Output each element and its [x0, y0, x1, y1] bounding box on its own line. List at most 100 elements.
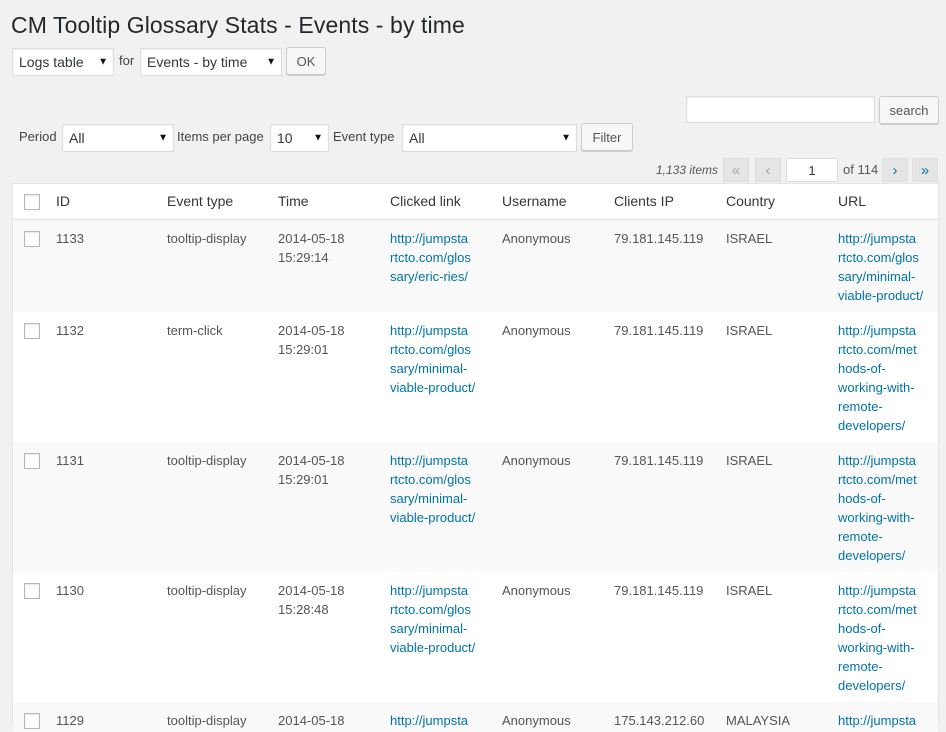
row-url-line[interactable]: hods-of-: [838, 619, 917, 638]
row-clients-ip: 79.181.145.119: [614, 323, 704, 338]
row-clicked-link[interactable]: http://jumpsta rtcto.com/glos sary/minimal…: [390, 321, 475, 397]
row-clicked-link-line[interactable]: http://jumpsta: [390, 321, 475, 340]
row-url-line[interactable]: rtcto.com/met: [838, 470, 917, 489]
row-clients-ip: 79.181.145.119: [614, 231, 704, 246]
row-url[interactable]: http://jumpsta rtcto.com/met hods-of-worki…: [838, 581, 917, 695]
row-id: 1129: [56, 713, 84, 728]
row-time-date: 2014-05-18: [278, 583, 345, 598]
row-url-line[interactable]: http://jumpsta: [838, 321, 917, 340]
row-event-type: tooltip-display: [167, 231, 247, 246]
column-header-event-type[interactable]: Event type: [167, 193, 233, 209]
row-url-line[interactable]: working-with-: [838, 508, 917, 527]
row-clicked-link-line[interactable]: sary/minimal-: [390, 489, 475, 508]
row-url-line[interactable]: http://jumpsta: [838, 711, 916, 730]
period-select[interactable]: All ▼: [62, 124, 174, 152]
row-url-line[interactable]: remote-: [838, 657, 917, 676]
row-url-line[interactable]: http://jumpsta: [838, 229, 923, 248]
chevron-down-icon: ▼: [266, 56, 276, 68]
row-clicked-link-line[interactable]: http://jumpsta: [390, 229, 471, 248]
column-header-url[interactable]: URL: [838, 193, 866, 209]
row-url-line[interactable]: http://jumpsta: [838, 581, 917, 600]
items-per-page-select[interactable]: 10 ▼: [270, 124, 329, 152]
page-title: CM Tooltip Glossary Stats - Events - by …: [11, 12, 465, 38]
last-page-button[interactable]: »: [912, 158, 938, 182]
items-count: 1,133 items: [656, 163, 719, 177]
row-url-line[interactable]: hods-of-: [838, 489, 917, 508]
row-time-date: 2014-05-18: [278, 713, 345, 728]
report-select[interactable]: Events - by time ▼: [140, 48, 282, 76]
row-clicked-link[interactable]: http://jumpsta rtcto.com/glos sary/minimal…: [390, 451, 475, 527]
row-url-line[interactable]: working-with-: [838, 638, 917, 657]
row-url[interactable]: http://jumpsta rtcto.com/met hods-of-worki…: [838, 451, 917, 565]
search-button[interactable]: search: [879, 96, 939, 124]
next-page-button[interactable]: ›: [882, 158, 908, 182]
column-header-time[interactable]: Time: [278, 193, 309, 209]
items-per-page-label: Items per page: [177, 129, 264, 144]
ok-button[interactable]: OK: [286, 47, 326, 75]
row-clicked-link-line[interactable]: http://jumpsta: [390, 711, 468, 730]
row-time-clock: 15:29:01: [278, 472, 329, 487]
row-time: 2014-05-18 15:29:01: [278, 451, 345, 489]
row-clicked-link[interactable]: http://jumpsta rtcto.com/glos sary/minimal…: [390, 581, 475, 657]
row-url[interactable]: http://jumpsta: [838, 711, 916, 730]
row-url[interactable]: http://jumpsta rtcto.com/glos sary/minimal…: [838, 229, 923, 305]
period-label: Period: [19, 129, 57, 144]
row-url-line[interactable]: viable-product/: [838, 286, 923, 305]
row-clicked-link-line[interactable]: rtcto.com/glos: [390, 248, 471, 267]
row-clicked-link[interactable]: http://jumpsta: [390, 711, 468, 730]
row-clicked-link-line[interactable]: viable-product/: [390, 638, 475, 657]
row-username: Anonymous: [502, 323, 571, 338]
row-clicked-link-line[interactable]: sary/minimal-: [390, 359, 475, 378]
row-url-line[interactable]: developers/: [838, 416, 917, 435]
row-clicked-link-line[interactable]: viable-product/: [390, 508, 475, 527]
row-username: Anonymous: [502, 583, 571, 598]
row-url-line[interactable]: rtcto.com/met: [838, 600, 917, 619]
row-clicked-link-line[interactable]: viable-product/: [390, 378, 475, 397]
column-header-id[interactable]: ID: [56, 193, 70, 209]
column-header-username[interactable]: Username: [502, 193, 567, 209]
column-header-clients-ip[interactable]: Clients IP: [614, 193, 674, 209]
row-clicked-link[interactable]: http://jumpsta rtcto.com/glos sary/eric-ri…: [390, 229, 471, 286]
chevron-down-icon: ▼: [158, 132, 168, 144]
row-clicked-link-line[interactable]: rtcto.com/glos: [390, 340, 475, 359]
row-time: 2014-05-18 15:29:01: [278, 321, 345, 359]
table-row: 1132 term-click 2014-05-18 15:29:01 http://j…: [13, 312, 938, 442]
column-header-clicked-link[interactable]: Clicked link: [390, 193, 461, 209]
row-url-line[interactable]: rtcto.com/glos: [838, 248, 923, 267]
table-header: ID Event type Time Clicked link Username…: [13, 184, 938, 220]
row-country: ISRAEL: [726, 453, 773, 468]
row-clicked-link-line[interactable]: sary/minimal-: [390, 619, 475, 638]
row-country: ISRAEL: [726, 583, 773, 598]
search-input[interactable]: [686, 96, 875, 123]
row-country: MALAYSIA: [726, 713, 791, 728]
row-checkbox[interactable]: [24, 453, 40, 469]
view-select[interactable]: Logs table ▼: [12, 48, 114, 76]
row-url[interactable]: http://jumpsta rtcto.com/met hods-of-worki…: [838, 321, 917, 435]
row-url-line[interactable]: remote-: [838, 397, 917, 416]
row-url-line[interactable]: http://jumpsta: [838, 451, 917, 470]
row-url-line[interactable]: hods-of-: [838, 359, 917, 378]
row-checkbox[interactable]: [24, 583, 40, 599]
filter-button[interactable]: Filter: [581, 123, 633, 151]
row-checkbox[interactable]: [24, 323, 40, 339]
current-page-input[interactable]: 1: [786, 158, 838, 182]
row-url-line[interactable]: rtcto.com/met: [838, 340, 917, 359]
row-checkbox[interactable]: [24, 231, 40, 247]
row-url-line[interactable]: developers/: [838, 676, 917, 695]
row-clicked-link-line[interactable]: http://jumpsta: [390, 451, 475, 470]
row-url-line[interactable]: developers/: [838, 546, 917, 565]
column-header-country[interactable]: Country: [726, 193, 775, 209]
row-clicked-link-line[interactable]: http://jumpsta: [390, 581, 475, 600]
row-url-line[interactable]: remote-: [838, 527, 917, 546]
row-username: Anonymous: [502, 713, 571, 728]
event-type-select[interactable]: All ▼: [402, 124, 577, 152]
logs-table: ID Event type Time Clicked link Username…: [12, 183, 939, 732]
row-clicked-link-line[interactable]: rtcto.com/glos: [390, 600, 475, 619]
row-url-line[interactable]: sary/minimal-: [838, 267, 923, 286]
row-clicked-link-line[interactable]: rtcto.com/glos: [390, 470, 475, 489]
row-clicked-link-line[interactable]: sary/eric-ries/: [390, 267, 471, 286]
select-all-checkbox[interactable]: [24, 194, 40, 210]
row-url-line[interactable]: working-with-: [838, 378, 917, 397]
row-clients-ip: 175.143.212.60: [614, 713, 705, 728]
row-checkbox[interactable]: [24, 713, 40, 729]
